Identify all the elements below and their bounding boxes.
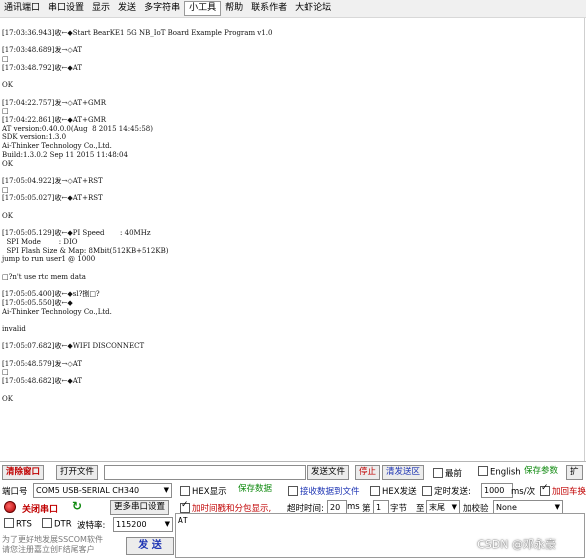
send-button[interactable]: 发 送 [126,537,174,555]
hex-send-checkbox[interactable]: HEX发送 [370,485,417,497]
add-crlf-checkbox[interactable]: 加回车换 [540,483,586,497]
receive-log-text: [17:03:36.943]收←◆Start BearKE1 5G NB_IoT… [2,29,273,403]
receive-console[interactable]: [17:03:36.943]收←◆Start BearKE1 5G NB_IoT… [0,18,585,461]
menu-comm-port[interactable]: 通讯端口 [0,1,44,16]
save-params-button[interactable]: 保存参数 [521,465,561,478]
baud-select[interactable]: 115200 ▼ [113,517,173,532]
port-label: 端口号 [2,487,28,497]
menu-bar: 通讯端口 串口设置 显示 发送 多字符串 小工具 帮助 联系作者 大虾论坛 [0,0,586,18]
menu-multi-string[interactable]: 多字符串 [140,1,184,16]
menu-tools[interactable]: 小工具 [184,1,222,16]
open-file-button[interactable]: 打开文件 [56,465,99,480]
interval-unit: ms/次 [511,487,536,497]
top-most-checkbox[interactable]: 最前 [433,467,462,479]
port-select[interactable]: COM5 USB-SERIAL CH340 ▼ [33,483,172,498]
dropdown-arrow-icon: ▼ [164,520,170,528]
menu-serial-settings[interactable]: 串口设置 [44,1,88,16]
dropdown-arrow-icon: ▼ [163,486,169,494]
promo-line-1: 为了更好地发展SSCOM软件 [2,535,103,544]
menu-send[interactable]: 发送 [114,1,140,16]
menu-help[interactable]: 帮助 [221,1,247,16]
clear-window-button[interactable]: 清除窗口 [2,465,45,480]
interval-input[interactable]: 1000 [481,483,513,498]
menu-contact-author[interactable]: 联系作者 [247,1,291,16]
menu-forum[interactable]: 大虾论坛 [291,1,335,16]
timed-send-checkbox[interactable]: 定时发送: [422,485,471,497]
more-settings-button[interactable]: 更多串口设置 [110,500,170,515]
toolbar-row-1: 清除窗口 打开文件 发送文件 停止 清发送区 最前 English 保存参数 扩 [0,464,586,480]
recv-to-file-checkbox[interactable]: 接收数据到文件 [288,485,360,497]
refresh-icon[interactable]: ↻ [72,499,82,513]
clear-send-area-button[interactable]: 清发送区 [382,465,425,480]
send-file-button[interactable]: 发送文件 [307,465,350,480]
promo-text: 为了更好地发展SSCOM软件 请您注册嘉立创F结尾客户 [2,535,103,555]
file-path-input[interactable] [104,465,306,480]
menu-display[interactable]: 显示 [88,1,114,16]
rts-checkbox[interactable]: RTS [4,518,32,530]
csdn-watermark: CSDN @邓永豪 [477,538,556,551]
expand-button[interactable]: 扩 [566,465,583,480]
stop-button[interactable]: 停止 [355,465,381,480]
toolbar-row-2: 端口号 COM5 USB-SERIAL CH340 ▼ HEX显示 保存数据 接收… [0,482,586,498]
english-checkbox[interactable]: English [478,466,521,478]
dtr-checkbox[interactable]: DTR [42,518,72,530]
save-data-button[interactable]: 保存数据 [235,483,275,496]
port-status-icon [4,501,16,513]
timeout-unit: ms [347,502,360,512]
baud-label: 波特率: [77,521,106,531]
hex-display-checkbox[interactable]: HEX显示 [180,485,227,497]
divider [0,461,586,462]
promo-line-2: 请您注册嘉立创F结尾客户 [2,545,95,554]
send-text-value: AT [178,516,188,525]
close-port-button[interactable]: 关闭串口 [22,502,58,515]
